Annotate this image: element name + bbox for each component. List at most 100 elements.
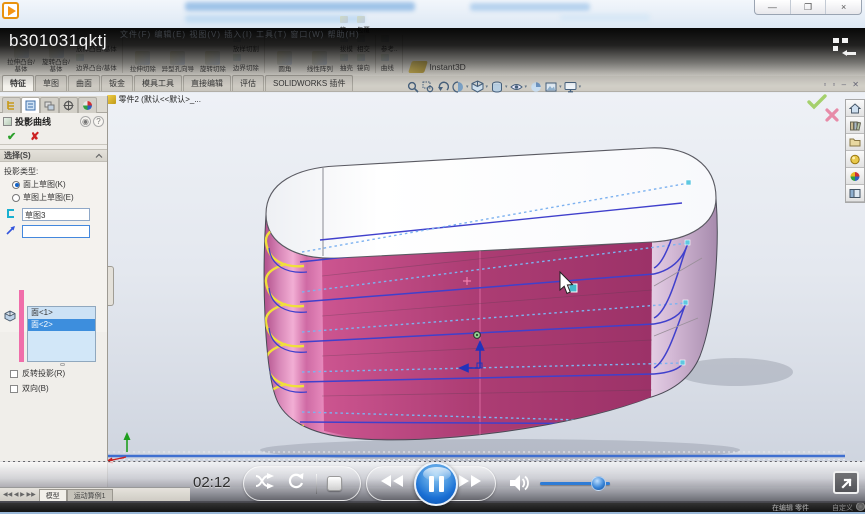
fullscreen-button[interactable] [833, 471, 859, 494]
dropdown-arrow-icon[interactable]: ▾ [486, 84, 489, 90]
tab-dimxpert[interactable] [59, 97, 78, 113]
minimize-button[interactable]: — [755, 0, 791, 14]
volume-icon[interactable] [508, 473, 532, 498]
tab-configuration-manager[interactable] [40, 97, 59, 113]
hole-wizard-button[interactable]: 异型孔向导 [161, 51, 195, 73]
rib-icon [340, 16, 348, 23]
screen: — ❐ × 拉伸凸台/基体 旋转凸台/基体 放样凸台/基体 边界凸台/基体 拉伸… [0, 0, 865, 514]
tab-features[interactable]: 特征 [2, 75, 34, 91]
tab-sheet-metal[interactable]: 钣金 [101, 75, 133, 91]
separator [316, 474, 317, 494]
globe-icon [856, 502, 865, 511]
mirror-button[interactable]: 镜向 [357, 54, 370, 73]
edit-appearance-icon[interactable] [529, 80, 542, 93]
feature-tree-header[interactable]: ▸ 零件2 (默认<<默认>_... [100, 94, 201, 105]
fillet-icon [277, 51, 292, 65]
checkbox-bidirectional[interactable]: 双向(B) [0, 381, 108, 396]
previous-view-icon[interactable] [436, 80, 449, 93]
tab-surfaces[interactable]: 曲面 [68, 75, 100, 91]
pause-button-gloss [423, 467, 451, 481]
playback-time: 02:12 [193, 474, 231, 491]
face-list-item[interactable]: 面<1> [28, 307, 95, 319]
tab-feature-tree[interactable] [2, 97, 21, 113]
instant3d-button[interactable]: Instant3D [410, 61, 465, 73]
radio-sketch-on-sketch[interactable]: 草图上草图(E) [0, 191, 107, 204]
repeat-icon[interactable] [286, 472, 306, 495]
panel-title: 投影曲线 [15, 115, 51, 128]
view-orientation-icon[interactable] [471, 80, 484, 93]
design-library-icon[interactable] [846, 117, 864, 134]
linear-pattern-button[interactable]: 线性阵列 [303, 51, 337, 73]
display-style-icon[interactable] [490, 80, 503, 93]
linear-pattern-icon [312, 51, 327, 65]
tab-scroll-arrows[interactable]: ◀◀ ◀ ▶ ▶▶ [0, 491, 39, 498]
appearances-icon[interactable] [846, 151, 864, 168]
direction-arrow-icon [0, 225, 22, 238]
volume-slider[interactable] [540, 482, 610, 485]
extruded-cut-button[interactable]: 拉伸切除 [126, 51, 160, 73]
help-icon[interactable]: ? [93, 116, 104, 127]
graphics-viewport[interactable] [0, 93, 865, 487]
faces-selection-list[interactable]: 面<1> 面<2> [27, 306, 96, 362]
checkbox-box [10, 385, 18, 393]
fast-forward-button[interactable] [457, 473, 483, 494]
dropdown-arrow-icon[interactable]: ▾ [466, 84, 469, 90]
confirm-cancel-button[interactable] [824, 107, 840, 128]
section-view-icon[interactable] [451, 80, 464, 93]
tab-display-manager[interactable] [78, 97, 97, 113]
model-tab[interactable]: 模型 [39, 489, 67, 501]
restore-button[interactable]: ❐ [791, 0, 827, 14]
shell-button[interactable]: 抽壳 [340, 54, 353, 73]
scene-icon[interactable] [544, 80, 557, 93]
fillet-button[interactable]: 圆角 [268, 51, 302, 73]
revolved-cut-button[interactable]: 旋转切除 [196, 51, 230, 73]
sketch-selection-field[interactable]: 草图3 [22, 208, 90, 221]
tab-solidworks-addins[interactable]: SOLIDWORKS 插件 [265, 75, 353, 91]
close-button[interactable]: × [826, 0, 861, 14]
reference-geometry-button[interactable]: 参考.. [381, 35, 398, 54]
checkbox-reverse-projection[interactable]: 反转投影(R) [0, 366, 108, 381]
dropdown-arrow-icon[interactable]: ▾ [559, 84, 562, 90]
zoom-area-icon[interactable] [421, 80, 434, 93]
document-window-controls[interactable]: ▫ ▫ – ✕ [824, 80, 862, 89]
hide-show-icon[interactable] [510, 80, 523, 93]
ribbon-separator [375, 35, 376, 73]
dropdown-arrow-icon[interactable]: ▾ [505, 84, 508, 90]
dropdown-arrow-icon[interactable]: ▾ [579, 84, 582, 90]
motion-study-tab[interactable]: 运动算例1 [67, 489, 113, 501]
document-pane-icon[interactable] [846, 185, 864, 202]
tab-evaluate[interactable]: 评估 [232, 75, 264, 91]
projected-curve-icon [3, 117, 12, 126]
home-icon[interactable] [846, 100, 864, 117]
tab-mold-tools[interactable]: 模具工具 [134, 75, 182, 91]
play-badge-icon[interactable] [2, 2, 19, 19]
pin-icon[interactable]: ◉ [80, 116, 91, 127]
checkbox-box [10, 370, 18, 378]
radio-sketch-on-faces[interactable]: 面上草图(K) [0, 178, 107, 191]
panel-splitter-handle[interactable] [108, 266, 114, 306]
browser-blur-content [470, 3, 590, 11]
selection-group-header[interactable]: 选择(S) [0, 149, 107, 162]
tab-direct-editing[interactable]: 直接编辑 [183, 75, 231, 91]
file-explorer-icon[interactable] [846, 134, 864, 151]
tab-property-manager[interactable] [21, 97, 40, 113]
volume-knob[interactable] [591, 476, 606, 491]
view-settings-icon[interactable] [564, 80, 577, 93]
ok-button[interactable]: ✔ [7, 130, 16, 143]
boundary-boss-button[interactable]: 边界凸台/基体 [76, 54, 117, 73]
direction-selection-field[interactable] [22, 225, 90, 238]
custom-properties-icon[interactable] [846, 168, 864, 185]
shuffle-icon[interactable] [254, 472, 276, 495]
video-title: b301031qktj [9, 31, 107, 51]
cancel-button[interactable]: ✘ [30, 130, 39, 143]
curves-button[interactable]: 曲线 [381, 54, 398, 73]
boundary-cut-button[interactable]: 边界切除 [233, 54, 259, 73]
face-list-item-selected[interactable]: 面<2> [28, 319, 95, 331]
tab-sketch[interactable]: 草图 [35, 75, 67, 91]
stop-button[interactable] [327, 476, 342, 491]
zoom-fit-icon[interactable] [406, 80, 419, 93]
pause-button[interactable] [414, 462, 458, 506]
rewind-button[interactable] [379, 473, 405, 494]
exit-fullscreen-grid-icon[interactable] [833, 38, 857, 57]
dropdown-arrow-icon[interactable]: ▾ [525, 84, 528, 90]
